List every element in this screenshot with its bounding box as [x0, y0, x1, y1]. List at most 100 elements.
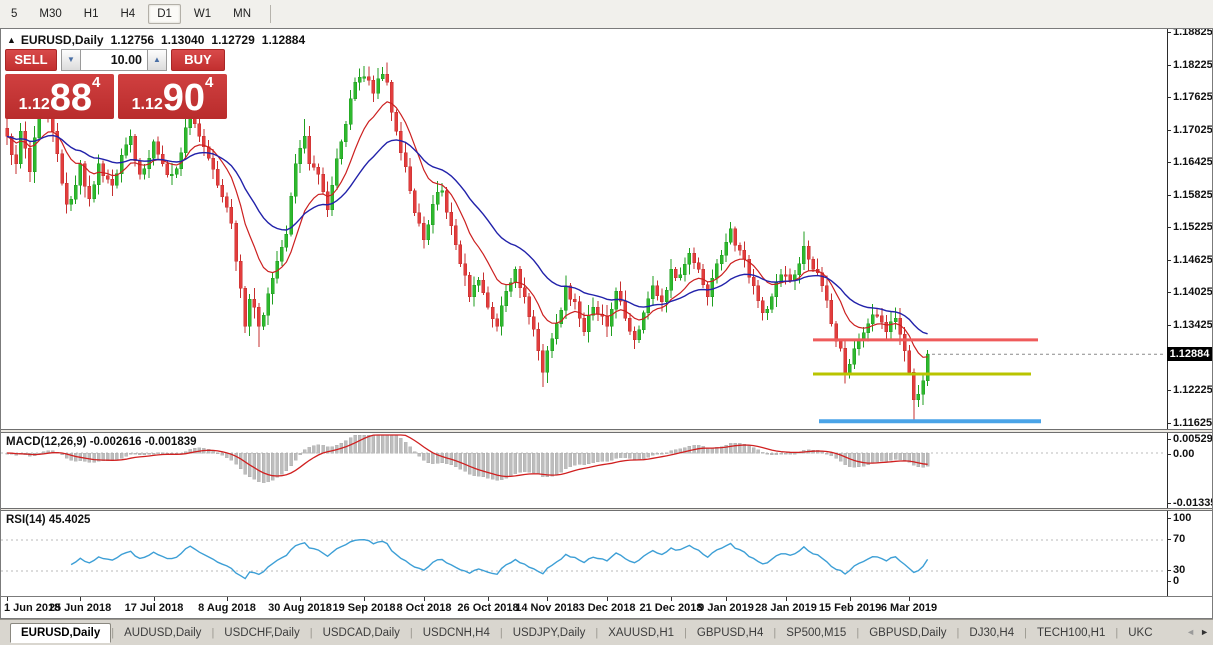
macd-header: MACD(12,26,9) -0.002616 -0.001839 — [6, 436, 197, 448]
macd-pane[interactable]: MACD(12,26,9) -0.002616 -0.001839 0.0052… — [1, 433, 1212, 508]
price-axis-label: 1.11625 — [1173, 417, 1212, 429]
rsi-axis-tick — [1167, 581, 1171, 582]
buy-quote-box[interactable]: 1.12 90 4 — [118, 74, 227, 119]
volume-input[interactable] — [81, 49, 147, 71]
chart-tab-usdjpy[interactable]: USDJPY,Daily — [503, 624, 596, 642]
macd-axis-tick — [1167, 503, 1171, 504]
date-label: 21 Dec 2018 — [640, 602, 703, 614]
chart-tab-sp500[interactable]: SP500,M15 — [776, 624, 856, 642]
date-tick — [488, 597, 489, 601]
ohlc-low: 1.12729 — [211, 33, 254, 47]
price-axis[interactable]: 1.188251.182251.176251.170251.164251.158… — [1167, 29, 1212, 429]
macd-axis[interactable]: 0.0052940.00-0.013353 — [1167, 433, 1212, 508]
date-tick — [7, 597, 8, 601]
rsi-axis-tick — [1167, 539, 1171, 540]
timeframe-button-5[interactable]: 5 — [2, 4, 26, 24]
rsi-axis[interactable]: 10070300 — [1167, 511, 1212, 596]
timeframe-button-mn[interactable]: MN — [224, 4, 260, 24]
sell-price-pipette: 4 — [92, 76, 100, 90]
price-axis-tick — [1167, 227, 1171, 228]
ohlc-high: 1.13040 — [161, 33, 204, 47]
date-label: 8 Aug 2018 — [198, 602, 256, 614]
chart-tab-gbpusd[interactable]: GBPUSD,H4 — [687, 624, 773, 642]
price-axis-label: 1.15825 — [1173, 189, 1212, 201]
date-axis[interactable]: 1 Jun 201825 Jun 201817 Jul 20188 Aug 20… — [1, 596, 1212, 618]
ohlc-open: 1.12756 — [111, 33, 154, 47]
date-tick — [607, 597, 608, 601]
tab-scroll-right-icon[interactable]: ► — [1200, 627, 1209, 637]
price-axis-label: 1.18825 — [1173, 29, 1212, 38]
price-chart-pane[interactable]: ▲ EURUSD,Daily 1.12756 1.13040 1.12729 1… — [1, 29, 1212, 429]
price-axis-label: 1.14025 — [1173, 286, 1212, 298]
date-label: 14 Nov 2018 — [515, 602, 579, 614]
rsi-header: RSI(14) 45.4025 — [6, 514, 90, 526]
date-tick — [424, 597, 425, 601]
date-label: 9 Jan 2019 — [698, 602, 754, 614]
date-tick — [227, 597, 228, 601]
trade-panel-quotes: 1.12 88 4 1.12 90 4 — [5, 74, 227, 119]
sell-quote-box[interactable]: 1.12 88 4 — [5, 74, 114, 119]
sell-button[interactable]: SELL — [5, 49, 57, 71]
current-price-tag: 1.12884 — [1167, 347, 1212, 361]
timeframe-button-d1[interactable]: D1 — [148, 4, 181, 24]
volume-increase-button[interactable]: ▲ — [147, 49, 167, 71]
price-axis-label: 1.16425 — [1173, 156, 1212, 168]
date-label: 6 Mar 2019 — [881, 602, 937, 614]
buy-price-pipette: 4 — [205, 76, 213, 90]
buy-price-big: 90 — [163, 81, 205, 115]
date-tick — [850, 597, 851, 601]
timeframe-button-h1[interactable]: H1 — [75, 4, 108, 24]
price-axis-label: 1.17625 — [1173, 91, 1212, 103]
one-click-trading-panel: SELL ▼ ▲ BUY 1.12 88 4 1.12 90 — [5, 49, 227, 119]
chart-tab-usdchf[interactable]: USDCHF,Daily — [214, 624, 309, 642]
date-tick — [786, 597, 787, 601]
price-axis-label: 1.14625 — [1173, 254, 1212, 266]
buy-price-prefix: 1.12 — [132, 95, 163, 115]
date-label: 25 Jun 2018 — [49, 602, 111, 614]
date-label: 8 Oct 2018 — [396, 602, 451, 614]
chart-tab-usdcnh[interactable]: USDCNH,H4 — [413, 624, 500, 642]
date-tick — [154, 597, 155, 601]
sell-price-big: 88 — [50, 81, 92, 115]
chart-tab-gbpusd[interactable]: GBPUSD,Daily — [859, 624, 956, 642]
date-label: 19 Sep 2018 — [333, 602, 396, 614]
date-tick — [364, 597, 365, 601]
chart-window: ▲ EURUSD,Daily 1.12756 1.13040 1.12729 1… — [0, 28, 1213, 619]
timeframe-button-m30[interactable]: M30 — [30, 4, 70, 24]
chart-tab-usdcad[interactable]: USDCAD,Daily — [313, 624, 410, 642]
price-axis-tick — [1167, 32, 1171, 33]
price-axis-label: 1.12225 — [1173, 384, 1212, 396]
chart-ohlc-header: ▲ EURUSD,Daily 1.12756 1.13040 1.12729 1… — [7, 33, 305, 47]
timeframe-toolbar: 5M30H1H4D1W1MN — [0, 0, 1213, 28]
chart-tab-ukc[interactable]: UKC — [1118, 624, 1162, 642]
date-tick — [909, 597, 910, 601]
tab-scroll-left-icon[interactable]: ◄ — [1186, 627, 1195, 637]
rsi-axis-tick — [1167, 570, 1171, 571]
chart-tab-tech100[interactable]: TECH100,H1 — [1027, 624, 1115, 642]
date-label: 3 Dec 2018 — [579, 602, 636, 614]
volume-decrease-button[interactable]: ▼ — [61, 49, 81, 71]
timeframe-button-w1[interactable]: W1 — [185, 4, 220, 24]
chart-tab-xauusd[interactable]: XAUUSD,H1 — [598, 624, 684, 642]
rsi-pane[interactable]: RSI(14) 45.4025 10070300 — [1, 511, 1212, 596]
sell-price-prefix: 1.12 — [19, 95, 50, 115]
ema-fast-line[interactable] — [7, 102, 928, 357]
price-axis-tick — [1167, 97, 1171, 98]
date-tick — [300, 597, 301, 601]
chart-tab-dj30[interactable]: DJ30,H4 — [959, 624, 1024, 642]
chart-tab-audusd[interactable]: AUDUSD,Daily — [114, 624, 211, 642]
timeframe-button-h4[interactable]: H4 — [111, 4, 144, 24]
buy-button[interactable]: BUY — [171, 49, 225, 71]
rsi-chart[interactable] — [1, 511, 1166, 596]
price-axis-tick — [1167, 162, 1171, 163]
chart-tab-eurusd[interactable]: EURUSD,Daily — [10, 623, 111, 643]
price-axis-label: 1.18225 — [1173, 59, 1212, 71]
tab-scroll-buttons: ◄► — [1186, 627, 1209, 637]
price-axis-label: 1.13425 — [1173, 319, 1212, 331]
date-label: 28 Jan 2019 — [755, 602, 817, 614]
rsi-line[interactable] — [71, 540, 928, 579]
price-axis-tick — [1167, 423, 1171, 424]
date-label: 26 Oct 2018 — [457, 602, 518, 614]
price-axis-tick — [1167, 292, 1171, 293]
chart-tab-bar: EURUSD,Daily|AUDUSD,Daily|USDCHF,Daily|U… — [0, 619, 1213, 645]
